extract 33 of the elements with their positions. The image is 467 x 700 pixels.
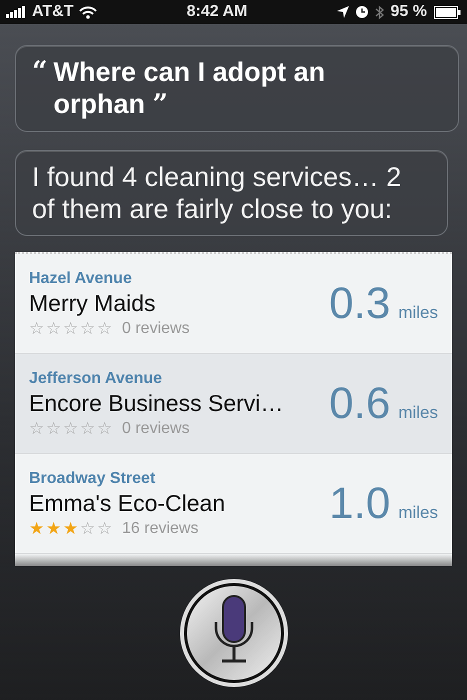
microphone-button[interactable] — [178, 578, 288, 688]
signal-icon — [6, 6, 26, 18]
star-rating: ☆☆☆☆☆ — [29, 318, 112, 338]
review-count: 0 reviews — [122, 320, 190, 338]
bluetooth-icon — [374, 4, 384, 20]
assistant-reply: I found 4 cleaning services… 2 of them are fairly close to you: — [32, 162, 402, 224]
result-row[interactable]: Jefferson Avenue Encore Business Servi… ☆☆☆☆☆ 0 reviews 0.6 miles — [15, 354, 452, 454]
street-name: Broadway Street — [29, 470, 156, 488]
star-rating: ★★★☆☆ — [29, 518, 112, 538]
wifi-icon — [79, 6, 98, 18]
business-name: Emma's Eco-Clean — [29, 490, 226, 516]
street-name: Jefferson Avenue — [29, 370, 164, 388]
distance-value: 1.0 — [329, 479, 390, 529]
location-arrow-icon — [336, 6, 349, 18]
distance-unit: miles — [398, 503, 438, 523]
user-query: Where can I adopt an orphan ” — [54, 56, 326, 121]
street-name: Hazel Avenue — [29, 270, 133, 288]
open-quote-mark: “ — [32, 56, 48, 89]
business-name: Encore Business Servi… — [29, 390, 284, 416]
distance-value: 0.6 — [329, 379, 390, 429]
battery-percent: 95 % — [390, 3, 427, 21]
business-name: Merry Maids — [29, 290, 157, 316]
distance-unit: miles — [398, 303, 438, 323]
carrier-name: AT&T — [32, 3, 74, 21]
clock-time: 8:42 AM — [186, 3, 248, 21]
result-row[interactable]: Broadway Street Emma's Eco-Clean ★★★☆☆ 16 reviews 1.0 miles — [15, 454, 452, 554]
star-rating: ☆☆☆☆☆ — [29, 418, 112, 438]
review-count: 0 reviews — [122, 420, 190, 438]
distance-value: 0.3 — [329, 279, 390, 329]
alarm-clock-icon — [356, 6, 368, 18]
battery-icon — [434, 6, 461, 18]
distance-unit: miles — [398, 403, 438, 423]
review-count: 16 reviews — [122, 520, 198, 538]
